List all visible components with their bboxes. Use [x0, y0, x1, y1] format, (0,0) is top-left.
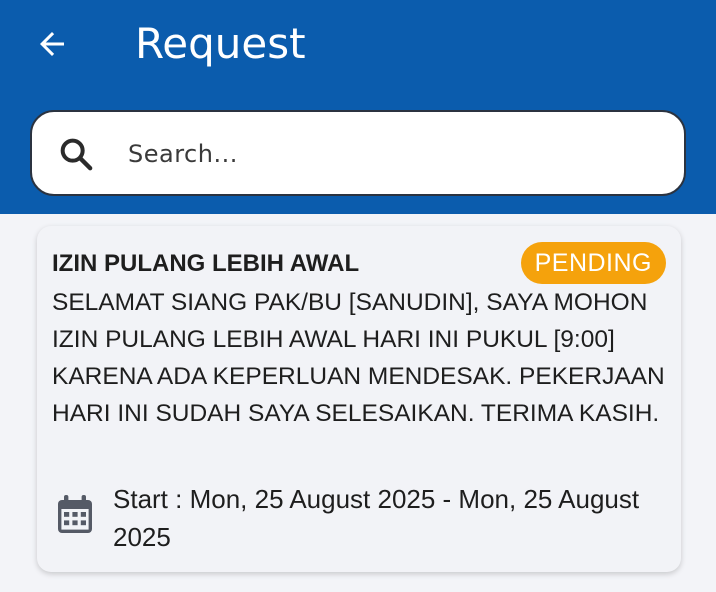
arrow-left-icon	[40, 32, 64, 56]
request-title: IZIN PULANG LEBIH AWAL	[52, 250, 360, 277]
app-header: Request	[0, 0, 716, 214]
request-card[interactable]: IZIN PULANG LEBIH AWAL PENDING SELAMAT S…	[37, 226, 681, 572]
back-button[interactable]	[30, 22, 74, 66]
search-input[interactable]	[126, 130, 670, 178]
request-date-range: Start : Mon, 25 August 2025 - Mon, 25 Au…	[113, 484, 640, 552]
request-message: SELAMAT SIANG PAK/BU [SANUDIN], SAYA MOH…	[52, 289, 665, 427]
page-title: Request	[135, 19, 306, 68]
search-icon	[60, 138, 93, 171]
status-badge: PENDING	[520, 242, 666, 284]
calendar-icon	[58, 495, 92, 533]
request-screen: Request IZIN PULANG LEBIH AWAL PENDING S…	[0, 0, 716, 592]
search-bar[interactable]	[30, 110, 686, 196]
